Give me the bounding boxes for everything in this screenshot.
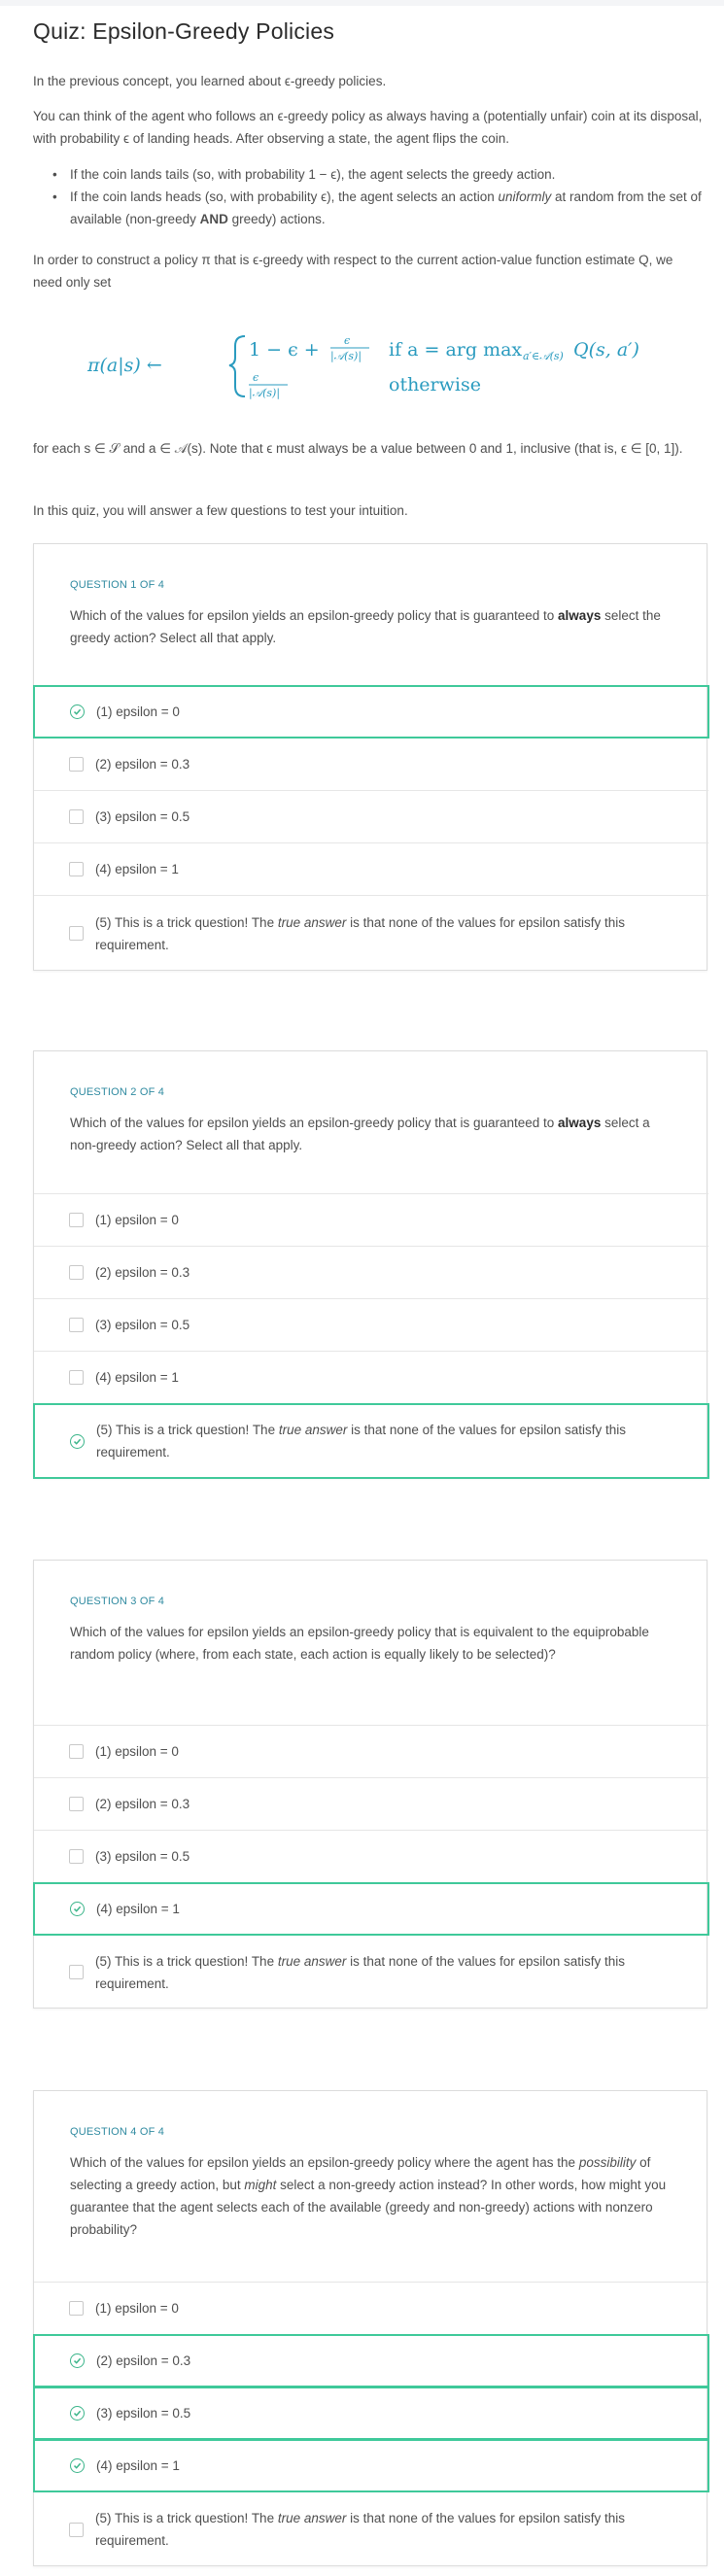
checkbox-icon[interactable] bbox=[69, 757, 84, 772]
intro-paragraph-2: You can think of the agent who follows a… bbox=[33, 109, 703, 146]
check-circle-icon bbox=[70, 2458, 85, 2473]
question-card-1: QUESTION 1 OF 4 Which of the values for … bbox=[33, 543, 709, 971]
formula-frac1-den: |𝒜(s)| bbox=[330, 350, 362, 363]
question-text: Which of the values for epsilon yields a… bbox=[70, 2155, 667, 2237]
option-4[interactable]: (4) epsilon = 1 bbox=[33, 1882, 709, 1936]
option-3[interactable]: (3) epsilon = 0.5 bbox=[34, 1298, 708, 1351]
option-label: (2) epsilon = 0.3 bbox=[95, 757, 190, 772]
check-circle-icon bbox=[70, 1902, 85, 1916]
option-4[interactable]: (4) epsilon = 1 bbox=[33, 2439, 709, 2492]
intro-paragraph-4: for each s ∈ 𝒮 and a ∈ 𝒜(s). Note that ϵ… bbox=[33, 441, 683, 456]
option-label: (1) epsilon = 0 bbox=[96, 704, 180, 719]
checkbox-icon[interactable] bbox=[69, 1318, 84, 1332]
question-card-4: QUESTION 4 OF 4 Which of the values for … bbox=[33, 2090, 709, 2566]
option-label: (1) epsilon = 0 bbox=[95, 1744, 179, 1759]
option-5[interactable]: (5) This is a trick question! The true a… bbox=[34, 895, 708, 971]
option-1[interactable]: (1) epsilon = 0 bbox=[34, 1193, 708, 1246]
option-label: (3) epsilon = 0.5 bbox=[95, 809, 190, 824]
check-circle-icon bbox=[70, 1433, 85, 1449]
coin-rules-list: If the coin lands tails (so, with probab… bbox=[52, 163, 704, 230]
checkbox-icon[interactable] bbox=[69, 2301, 84, 2316]
checkbox-icon[interactable] bbox=[69, 1265, 84, 1280]
option-1[interactable]: (1) epsilon = 0 bbox=[34, 2282, 708, 2334]
formula-frac1-num: ϵ bbox=[344, 334, 350, 347]
check-circle-icon bbox=[70, 2353, 85, 2368]
option-5[interactable]: (5) This is a trick question! The true a… bbox=[34, 2491, 708, 2566]
option-label: (2) epsilon = 0.3 bbox=[96, 2353, 191, 2368]
page-title: Quiz: Epsilon-Greedy Policies bbox=[33, 18, 335, 44]
formula-case2-cond: otherwise bbox=[389, 374, 481, 395]
option-label: (3) epsilon = 0.5 bbox=[95, 1849, 190, 1864]
option-2[interactable]: (2) epsilon = 0.3 bbox=[34, 1246, 708, 1298]
question-text: Which of the values for epsilon yields a… bbox=[70, 1116, 650, 1152]
option-4[interactable]: (4) epsilon = 1 bbox=[34, 842, 708, 895]
option-4[interactable]: (4) epsilon = 1 bbox=[34, 1351, 708, 1403]
intro-paragraph-3: In order to construct a policy π that is… bbox=[33, 253, 673, 290]
option-label: (4) epsilon = 1 bbox=[96, 1902, 180, 1916]
formula-case1-q: Q(s, a′) bbox=[573, 339, 639, 361]
intro-paragraph-1: In the previous concept, you learned abo… bbox=[33, 74, 387, 88]
question-card-2: QUESTION 2 OF 4 Which of the values for … bbox=[33, 1050, 709, 1479]
formula-frac2-den: |𝒜(s)| bbox=[249, 387, 280, 400]
option-label: (2) epsilon = 0.3 bbox=[95, 1265, 190, 1280]
option-5[interactable]: (5) This is a trick question! The true a… bbox=[34, 1935, 708, 2009]
checkbox-icon[interactable] bbox=[69, 1849, 84, 1864]
option-label: (1) epsilon = 0 bbox=[95, 2301, 179, 2316]
option-label: (5) This is a trick question! The true a… bbox=[95, 914, 626, 952]
question-text: Which of the values for epsilon yields a… bbox=[70, 608, 661, 645]
option-2[interactable]: (2) epsilon = 0.3 bbox=[34, 738, 708, 790]
checkbox-icon[interactable] bbox=[69, 1213, 84, 1227]
bullet-tails: If the coin lands tails (so, with probab… bbox=[52, 163, 704, 186]
option-1[interactable]: (1) epsilon = 0 bbox=[34, 1725, 708, 1777]
checkbox-icon[interactable] bbox=[69, 2522, 84, 2537]
bullet-heads: If the coin lands heads (so, with probab… bbox=[52, 186, 704, 230]
option-label: (4) epsilon = 1 bbox=[96, 2458, 180, 2473]
formula-case1-cond: if a = arg max bbox=[389, 339, 522, 361]
checkbox-icon[interactable] bbox=[69, 862, 84, 876]
option-label: (3) epsilon = 0.5 bbox=[95, 1318, 190, 1332]
question-label: QUESTION 2 OF 4 bbox=[70, 1086, 165, 1098]
checkbox-icon[interactable] bbox=[69, 1744, 84, 1759]
check-circle-icon bbox=[70, 2406, 85, 2421]
question-label: QUESTION 3 OF 4 bbox=[70, 1596, 165, 1607]
checkbox-icon[interactable] bbox=[69, 1370, 84, 1385]
formula-lhs: π(a|s) ← bbox=[87, 355, 162, 376]
top-bar bbox=[0, 0, 724, 6]
question-text: Which of the values for epsilon yields a… bbox=[70, 1625, 649, 1662]
option-5[interactable]: (5) This is a trick question! The true a… bbox=[33, 1403, 709, 1479]
formula-case1-a: 1 − ϵ + bbox=[249, 339, 320, 361]
option-3[interactable]: (3) epsilon = 0.5 bbox=[33, 2387, 709, 2440]
intro-paragraph-5: In this quiz, you will answer a few ques… bbox=[33, 503, 408, 518]
formula-svg: π(a|s) ← 1 − ϵ + ϵ |𝒜(s)| ϵ |𝒜(s)| if a … bbox=[86, 334, 639, 400]
option-label: (4) epsilon = 1 bbox=[95, 1370, 179, 1385]
option-2[interactable]: (2) epsilon = 0.3 bbox=[34, 1777, 708, 1830]
option-label: (1) epsilon = 0 bbox=[95, 1213, 179, 1227]
option-2[interactable]: (2) epsilon = 0.3 bbox=[33, 2334, 709, 2387]
checkbox-icon[interactable] bbox=[69, 809, 84, 824]
option-label: (5) This is a trick question! The true a… bbox=[95, 1953, 626, 1991]
option-3[interactable]: (3) epsilon = 0.5 bbox=[34, 1830, 708, 1882]
option-label: (4) epsilon = 1 bbox=[95, 862, 179, 876]
formula-frac2-num: ϵ bbox=[253, 371, 259, 384]
option-1[interactable]: (1) epsilon = 0 bbox=[33, 685, 709, 738]
option-label: (5) This is a trick question! The true a… bbox=[95, 2511, 626, 2548]
epsilon-greedy-formula: π(a|s) ← 1 − ϵ + ϵ |𝒜(s)| ϵ |𝒜(s)| if a … bbox=[86, 321, 690, 408]
question-label: QUESTION 4 OF 4 bbox=[70, 2126, 165, 2138]
checkbox-icon[interactable] bbox=[69, 1797, 84, 1811]
option-3[interactable]: (3) epsilon = 0.5 bbox=[34, 790, 708, 842]
checkbox-icon[interactable] bbox=[69, 1965, 84, 1979]
check-circle-icon bbox=[70, 704, 85, 719]
option-label: (5) This is a trick question! The true a… bbox=[96, 1423, 627, 1460]
question-card-3: QUESTION 3 OF 4 Which of the values for … bbox=[33, 1560, 709, 2009]
formula-case1-sub: a′∈𝒜(s) bbox=[523, 350, 564, 362]
question-label: QUESTION 1 OF 4 bbox=[70, 579, 165, 591]
option-label: (3) epsilon = 0.5 bbox=[96, 2406, 191, 2421]
option-label: (2) epsilon = 0.3 bbox=[95, 1797, 190, 1811]
formula-brace bbox=[228, 335, 246, 397]
checkbox-icon[interactable] bbox=[69, 926, 84, 941]
